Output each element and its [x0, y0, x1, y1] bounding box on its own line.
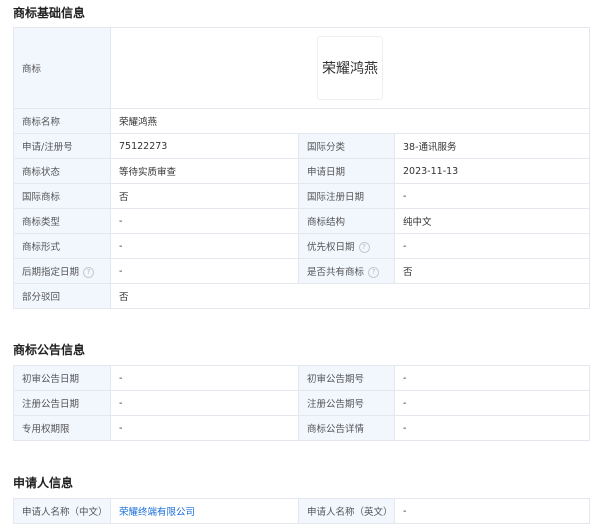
status-value: 等待实质审查: [110, 158, 299, 184]
prelim-issue-label: 初审公告期号: [298, 365, 395, 391]
table-row: 后期指定日期? - 是否共有商标? 否: [13, 258, 591, 284]
name-value: 荣耀鸿燕: [109, 108, 591, 134]
exclusive-label: 专用权期限: [13, 415, 111, 441]
table-row: 商标状态 等待实质审查 申请日期 2023-11-13: [13, 158, 591, 184]
table-row: 注册公告日期 - 注册公告期号 -: [13, 390, 590, 416]
reg-date-label: 注册公告日期: [13, 390, 111, 416]
table-row: 申请/注册号 75122273 国际分类 38-通讯服务: [13, 133, 591, 159]
intl-tm-label: 国际商标: [13, 183, 111, 209]
help-icon[interactable]: ?: [358, 242, 370, 253]
tm-form-label: 商标形式: [13, 233, 111, 259]
applicant-name-en-value: -: [394, 498, 590, 524]
reg-no-value: 75122273: [110, 133, 299, 159]
reg-date-value: -: [110, 390, 299, 416]
partial-reject-value: 否: [109, 283, 591, 309]
applicant-info-table: 申请人名称（中文） 荣耀终端有限公司 申请人名称（英文） -: [13, 498, 590, 524]
intl-tm-value: 否: [110, 183, 299, 209]
detail-label: 商标公告详情: [298, 415, 395, 441]
help-icon[interactable]: ?: [368, 267, 380, 278]
table-row: 商标形式 - 优先权日期? -: [13, 233, 591, 259]
later-date-value: -: [110, 258, 299, 284]
table-row: 商标名称 荣耀鸿燕: [13, 108, 591, 134]
table-row: 部分驳回 否: [13, 283, 591, 309]
reg-issue-label: 注册公告期号: [298, 390, 395, 416]
name-label: 商标名称: [13, 108, 111, 134]
table-row: 商标 荣耀鸿燕: [13, 27, 591, 109]
status-label: 商标状态: [13, 158, 111, 184]
section-title-basic: 商标基础信息: [13, 6, 86, 20]
priority-date-label: 优先权日期: [307, 242, 355, 253]
basic-info-table: 商标 荣耀鸿燕 商标名称 荣耀鸿燕 申请/注册号 75122273 国际分类 3…: [13, 27, 591, 309]
detail-value: -: [394, 415, 590, 441]
later-date-label: 后期指定日期: [22, 267, 80, 278]
applicant-name-cn-label: 申请人名称（中文）: [13, 498, 111, 524]
trademark-image-text: 荣耀鸿燕: [322, 61, 378, 77]
table-row: 商标类型 - 商标结构 纯中文: [13, 208, 591, 234]
apply-date-label: 申请日期: [298, 158, 395, 184]
reg-issue-value: -: [394, 390, 590, 416]
partial-reject-label: 部分驳回: [13, 283, 111, 309]
table-row: 专用权期限 - 商标公告详情 -: [13, 415, 590, 441]
tm-type-label: 商标类型: [13, 208, 111, 234]
applicant-name-cn-link[interactable]: 荣耀终端有限公司: [119, 507, 195, 518]
table-row: 国际商标 否 国际注册日期 -: [13, 183, 591, 209]
exclusive-value: -: [110, 415, 299, 441]
prelim-date-value: -: [110, 365, 299, 391]
table-row: 申请人名称（中文） 荣耀终端有限公司 申请人名称（英文） -: [13, 498, 590, 524]
reg-no-label: 申请/注册号: [13, 133, 111, 159]
trademark-label: 商标: [13, 27, 111, 109]
tm-form-value: -: [110, 233, 299, 259]
section-title-applicant: 申请人信息: [13, 476, 74, 490]
table-row: 初审公告日期 - 初审公告期号 -: [13, 365, 590, 391]
shared-label: 是否共有商标: [307, 267, 365, 278]
prelim-issue-value: -: [394, 365, 590, 391]
tm-structure-value: 纯中文: [393, 208, 591, 234]
trademark-image[interactable]: 荣耀鸿燕: [317, 36, 383, 100]
intl-reg-date-value: -: [393, 183, 591, 209]
intl-class-label: 国际分类: [298, 133, 395, 159]
shared-value: 否: [393, 258, 591, 284]
tm-structure-label: 商标结构: [298, 208, 395, 234]
help-icon[interactable]: ?: [83, 267, 95, 278]
tm-type-value: -: [110, 208, 299, 234]
apply-date-value: 2023-11-13: [393, 158, 591, 184]
intl-reg-date-label: 国际注册日期: [298, 183, 395, 209]
section-title-notice: 商标公告信息: [13, 343, 86, 357]
notice-info-table: 初审公告日期 - 初审公告期号 - 注册公告日期 - 注册公告期号 - 专用权期…: [13, 365, 590, 441]
applicant-name-en-label: 申请人名称（英文）: [298, 498, 395, 524]
intl-class-value: 38-通讯服务: [393, 133, 591, 159]
trademark-detail-page: 商标基础信息 商标 荣耀鸿燕 商标名称 荣耀鸿燕 申请/注册号 75122273…: [0, 0, 600, 524]
priority-date-value: -: [393, 233, 591, 259]
prelim-date-label: 初审公告日期: [13, 365, 111, 391]
